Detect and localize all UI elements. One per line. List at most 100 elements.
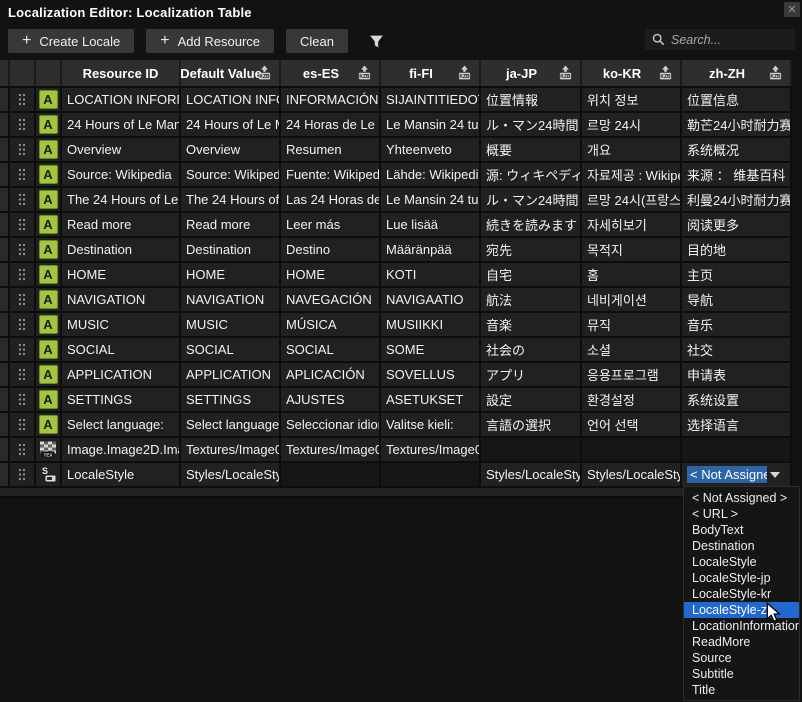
cell-es-es[interactable]: Fuente: Wikipedia xyxy=(281,163,381,188)
drag-handle-icon[interactable] xyxy=(18,243,26,256)
cell-fi-fi[interactable]: Le Mansin 24 tunn xyxy=(381,188,481,213)
dropdown-item[interactable]: Subtitle xyxy=(684,666,799,682)
row-selector-gutter[interactable] xyxy=(0,413,10,438)
cell-default-value[interactable]: MUSIC xyxy=(181,313,281,338)
cell-resource-id[interactable]: LOCATION INFORMAT xyxy=(62,88,181,113)
drag-handle-icon[interactable] xyxy=(18,168,26,181)
cell-ko-kr[interactable]: 네비게이션 xyxy=(582,288,682,313)
dropdown-item[interactable]: < Not Assigned > xyxy=(684,490,799,506)
cell-zh-zh[interactable]: 音乐 xyxy=(682,313,792,338)
cell-zh-zh[interactable]: 系统设置 xyxy=(682,388,792,413)
cell-es-es[interactable]: MÚSICA xyxy=(281,313,381,338)
row-selector-gutter[interactable] xyxy=(0,238,10,263)
drag-handle-icon[interactable] xyxy=(18,443,26,456)
cell-es-es[interactable] xyxy=(281,463,381,488)
cell-ko-kr[interactable]: 소셜 xyxy=(582,338,682,363)
cell-default-value[interactable]: Destination xyxy=(181,238,281,263)
cell-fi-fi[interactable] xyxy=(381,463,481,488)
row-drag-handle[interactable] xyxy=(10,413,36,438)
cell-resource-id[interactable]: MUSIC xyxy=(62,313,181,338)
cell-ja-jp[interactable]: 航法 xyxy=(481,288,582,313)
row-selector-gutter[interactable] xyxy=(0,438,10,463)
row-drag-handle[interactable] xyxy=(10,313,36,338)
drag-handle-icon[interactable] xyxy=(18,418,26,431)
cell-default-value[interactable]: 24 Hours of Le M xyxy=(181,113,281,138)
cell-es-es[interactable]: Las 24 Horas de L xyxy=(281,188,381,213)
dropdown-item[interactable]: Destination xyxy=(684,538,799,554)
cell-es-es[interactable]: Destino xyxy=(281,238,381,263)
cell-resource-id[interactable]: APPLICATION xyxy=(62,363,181,388)
drag-handle-icon[interactable] xyxy=(18,468,26,481)
cell-fi-fi[interactable]: Textures/Image03 xyxy=(381,438,481,463)
drag-handle-icon[interactable] xyxy=(18,118,26,131)
cell-fi-fi[interactable]: KOTI xyxy=(381,263,481,288)
cell-ko-kr[interactable]: Styles/LocaleStyle xyxy=(582,463,682,488)
kzb-export-icon[interactable]: KZB xyxy=(256,65,273,81)
cell-default-value[interactable]: SOCIAL xyxy=(181,338,281,363)
cell-zh-zh[interactable]: 勒芒24小时耐力赛 xyxy=(682,113,792,138)
locale-style-combobox[interactable]: < Not Assigne xyxy=(687,463,785,486)
cell-es-es[interactable]: Resumen xyxy=(281,138,381,163)
cell-ja-jp[interactable]: ル・マン24時間レース xyxy=(481,188,582,213)
row-drag-handle[interactable] xyxy=(10,463,36,488)
column-header-fi-fi[interactable]: fi-FI KZB xyxy=(381,60,481,86)
kzb-export-icon[interactable]: KZB xyxy=(557,65,574,81)
drag-handle-icon[interactable] xyxy=(18,368,26,381)
cell-ja-jp[interactable]: 設定 xyxy=(481,388,582,413)
cell-ja-jp[interactable]: 自宅 xyxy=(481,263,582,288)
row-drag-handle[interactable] xyxy=(10,213,36,238)
cell-resource-id[interactable]: SOCIAL xyxy=(62,338,181,363)
dropdown-item[interactable]: LocaleStyle-jp xyxy=(684,570,799,586)
row-selector-gutter[interactable] xyxy=(0,338,10,363)
column-header-resource-id[interactable]: Resource ID xyxy=(62,60,181,86)
column-header-zh-zh[interactable]: zh-ZH KZB xyxy=(682,60,792,86)
cell-resource-id[interactable]: Select language: xyxy=(62,413,181,438)
cell-fi-fi[interactable]: MUSIIKKI xyxy=(381,313,481,338)
cell-es-es[interactable]: Seleccionar idiom xyxy=(281,413,381,438)
cell-ja-jp[interactable]: 言語の選択 xyxy=(481,413,582,438)
cell-resource-id[interactable]: NAVIGATION xyxy=(62,288,181,313)
close-icon[interactable]: ✕ xyxy=(784,2,800,17)
cell-es-es[interactable]: APLICACIÓN xyxy=(281,363,381,388)
cell-default-value[interactable]: APPLICATION xyxy=(181,363,281,388)
row-drag-handle[interactable] xyxy=(10,138,36,163)
clean-button[interactable]: Clean xyxy=(286,29,348,53)
cell-es-es[interactable]: 24 Horas de Le M xyxy=(281,113,381,138)
cell-default-value[interactable]: Overview xyxy=(181,138,281,163)
drag-handle-icon[interactable] xyxy=(18,343,26,356)
cell-fi-fi[interactable]: Yhteenveto xyxy=(381,138,481,163)
cell-default-value[interactable]: SETTINGS xyxy=(181,388,281,413)
drag-handle-icon[interactable] xyxy=(18,318,26,331)
cell-fi-fi[interactable]: ASETUKSET xyxy=(381,388,481,413)
row-drag-handle[interactable] xyxy=(10,113,36,138)
cell-resource-id[interactable]: Source: Wikipedia xyxy=(62,163,181,188)
cell-default-value[interactable]: The 24 Hours of L xyxy=(181,188,281,213)
cell-zh-zh[interactable]: 选择语言 xyxy=(682,413,792,438)
search-input[interactable]: Search... xyxy=(644,28,796,51)
cell-zh-zh[interactable]: 利曼24小时耐力赛( xyxy=(682,188,792,213)
cell-default-value[interactable]: Select language: xyxy=(181,413,281,438)
cell-default-value[interactable]: Textures/Image01 xyxy=(181,438,281,463)
cell-fi-fi[interactable]: SIJAINTITIEDOT xyxy=(381,88,481,113)
row-selector-gutter[interactable] xyxy=(0,288,10,313)
row-selector-gutter[interactable] xyxy=(0,88,10,113)
row-drag-handle[interactable] xyxy=(10,338,36,363)
cell-ja-jp[interactable]: 社会の xyxy=(481,338,582,363)
cell-ja-jp[interactable]: 位置情報 xyxy=(481,88,582,113)
row-selector-gutter[interactable] xyxy=(0,188,10,213)
cell-resource-id[interactable]: The 24 Hours of Le M xyxy=(62,188,181,213)
column-header-default-value[interactable]: Default Value KZB xyxy=(181,60,281,86)
cell-fi-fi[interactable]: SOME xyxy=(381,338,481,363)
dropdown-item[interactable]: BodyText xyxy=(684,522,799,538)
row-drag-handle[interactable] xyxy=(10,438,36,463)
cell-ko-kr[interactable]: 개요 xyxy=(582,138,682,163)
row-drag-handle[interactable] xyxy=(10,263,36,288)
column-header-es-es[interactable]: es-ES KZB xyxy=(281,60,381,86)
cell-zh-zh[interactable]: 位置信息 xyxy=(682,88,792,113)
drag-handle-icon[interactable] xyxy=(18,268,26,281)
add-resource-button[interactable]: + Add Resource xyxy=(146,29,274,53)
cell-ko-kr[interactable]: 응용프로그램 xyxy=(582,363,682,388)
row-selector-gutter[interactable] xyxy=(0,138,10,163)
cell-fi-fi[interactable]: SOVELLUS xyxy=(381,363,481,388)
dropdown-item[interactable]: ReadMore xyxy=(684,634,799,650)
